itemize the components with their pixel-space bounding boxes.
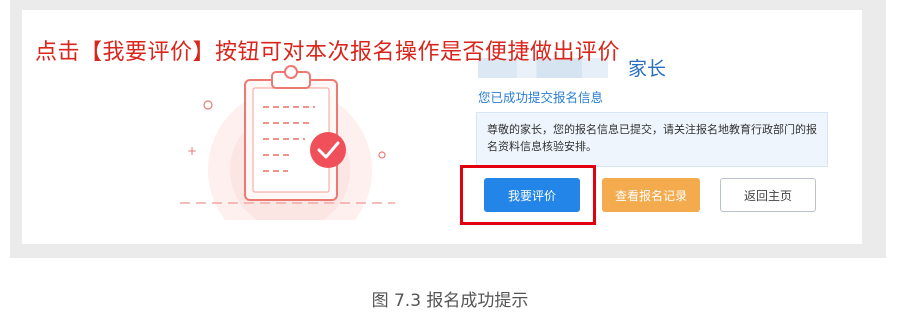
success-illustration: + — [180, 65, 395, 220]
success-title: 您已成功提交报名信息 — [478, 90, 604, 105]
checkmark-icon — [310, 132, 346, 168]
deco-circle-left — [203, 100, 213, 110]
highlight-box — [460, 165, 596, 225]
parent-label: 家长 — [628, 58, 667, 80]
deco-circle-right — [378, 151, 386, 159]
view-records-button[interactable]: 查看报名记录 — [602, 178, 700, 212]
notice-box: 尊敬的家长，您的报名信息已提交，请关注报名地教育行政部门的报名资料信息核验安排。 — [476, 112, 828, 167]
notice-text: 尊敬的家长，您的报名信息已提交，请关注报名地教育行政部门的报名资料信息核验安排。 — [487, 123, 817, 153]
back-home-button[interactable]: 返回主页 — [720, 178, 816, 212]
deco-plus: + — [187, 144, 197, 158]
figure-caption: 图 7.3 报名成功提示 — [371, 291, 529, 311]
annotation-text: 点击【我要评价】按钮可对本次报名操作是否便捷做出评价 — [35, 40, 621, 65]
